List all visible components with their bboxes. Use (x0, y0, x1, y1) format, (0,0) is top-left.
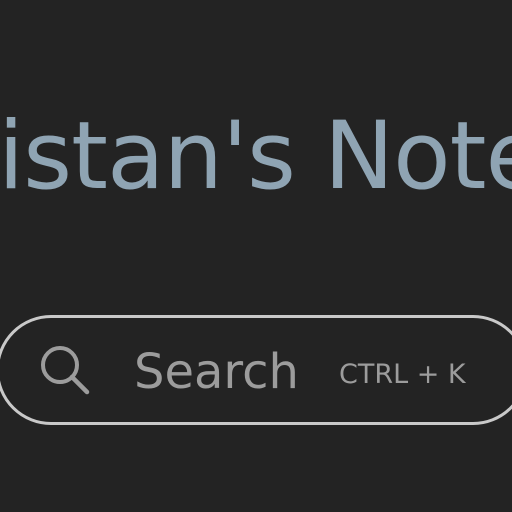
search-button[interactable]: Search CTRL + K (0, 315, 512, 425)
keyboard-shortcut-hint: CTRL + K (339, 359, 466, 390)
search-icon (41, 346, 90, 395)
page: istan's Notes Search CTRL + K (0, 0, 512, 512)
site-title[interactable]: istan's Notes (0, 102, 512, 212)
search-placeholder: Search (134, 344, 299, 400)
